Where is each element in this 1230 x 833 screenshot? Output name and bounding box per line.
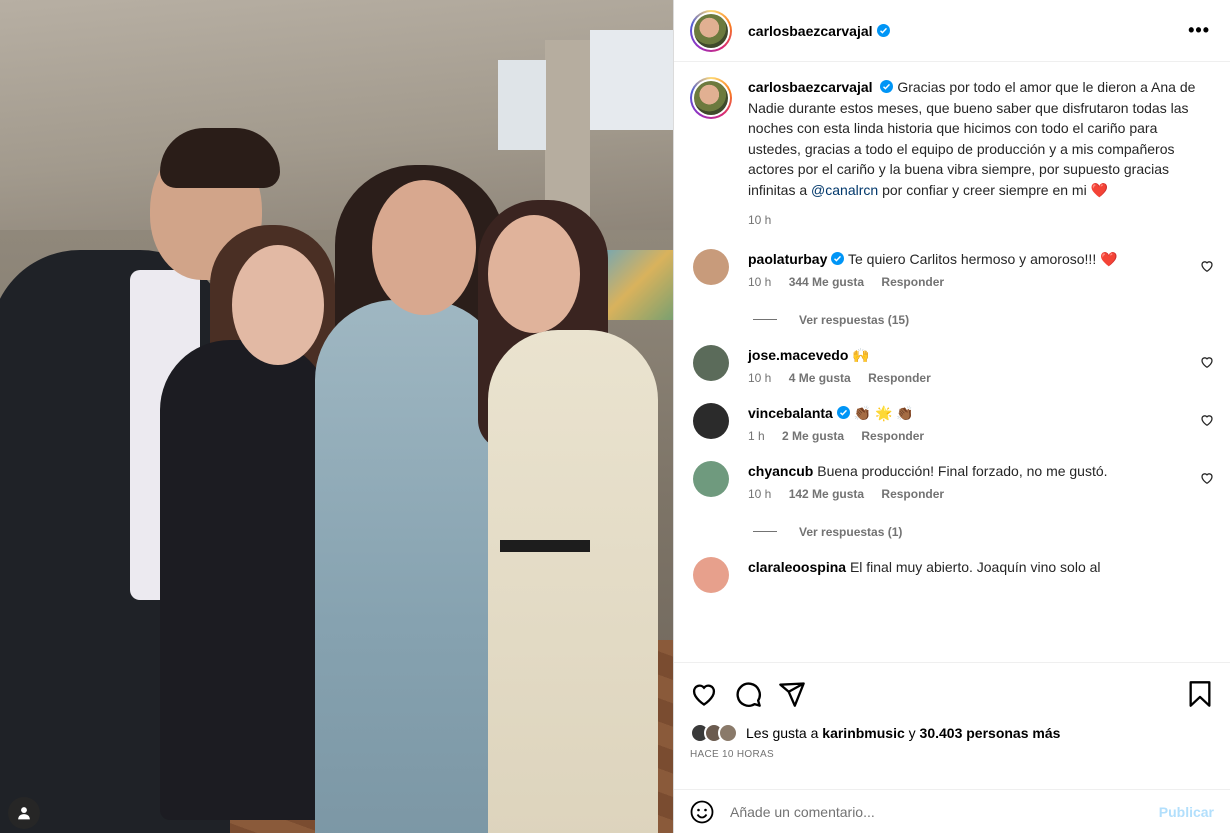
author-avatar[interactable]	[690, 9, 732, 52]
comment-username[interactable]: chyancub	[748, 463, 813, 479]
person-2-body	[160, 340, 330, 820]
comment-avatar[interactable]	[693, 248, 729, 285]
post-actions-area: Les gusta a karinbmusic y 30.403 persona…	[674, 662, 1230, 760]
posted-time[interactable]: HACE 10 HORAS	[690, 749, 1214, 760]
likes-connector: y	[908, 725, 916, 741]
comment-username[interactable]: claraleoospina	[748, 559, 846, 575]
user-tag-icon	[18, 807, 30, 820]
photo-mural	[598, 250, 673, 320]
view-replies-button[interactable]: Ver respuestas (15)	[753, 313, 1214, 327]
comment-item: jose.macevedo 🙌 10 h 4 Me gusta Responde…	[690, 344, 1214, 385]
comment-username[interactable]: paolaturbay	[748, 251, 827, 267]
heart-icon[interactable]	[690, 680, 718, 708]
comment-heart-icon[interactable]	[1200, 413, 1214, 427]
post-side-panel: carlosbaezcarvajal ••• carlosbaezcarvaja…	[673, 0, 1230, 833]
caption-text: Gracias por todo el amor que le dieron a…	[748, 79, 1196, 198]
comment-icon[interactable]	[734, 680, 762, 708]
caption-time[interactable]: 10 h	[748, 210, 1214, 231]
comment-input[interactable]	[730, 803, 1159, 820]
comment-meta: 10 h 142 Me gusta Responder	[748, 487, 1184, 501]
comment-meta: 1 h 2 Me gusta Responder	[748, 429, 1184, 443]
bookmark-icon[interactable]	[1186, 680, 1214, 708]
comments-scroll-area[interactable]: carlosbaezcarvajal Gracias por todo el a…	[674, 63, 1230, 661]
publish-button[interactable]: Publicar	[1159, 804, 1214, 820]
comment-avatar[interactable]	[693, 402, 729, 439]
post-caption: carlosbaezcarvajal Gracias por todo el a…	[690, 77, 1214, 231]
comment-item: paolaturbay Te quiero Carlitos hermoso y…	[690, 248, 1214, 327]
photo-window	[498, 60, 546, 150]
comment-text: El final muy abierto. Joaquín vino solo …	[849, 558, 1101, 575]
comment-text: Buena producción! Final forzado, no me g…	[817, 462, 1108, 479]
verified-icon	[831, 251, 845, 265]
likes-user[interactable]: karinbmusic	[822, 725, 904, 741]
comment-heart-icon[interactable]	[1200, 259, 1214, 273]
caption-username[interactable]: carlosbaezcarvajal	[748, 79, 873, 95]
caption-tail: por confiar y creer siempre en mi	[882, 181, 1087, 198]
person-3-face	[372, 180, 476, 315]
share-icon[interactable]	[778, 680, 806, 708]
user-tag-button[interactable]	[8, 797, 40, 829]
post-photo[interactable]	[0, 0, 673, 833]
person-3-body	[315, 300, 505, 833]
comment-likes[interactable]: 344 Me gusta	[789, 275, 864, 289]
comment-avatar[interactable]	[693, 460, 729, 497]
comment-text: Te quiero Carlitos hermoso y amoroso!!! …	[848, 250, 1118, 267]
verified-icon	[876, 24, 890, 37]
comment-likes[interactable]: 2 Me gusta	[782, 429, 844, 443]
comment-meta: 10 h 4 Me gusta Responder	[748, 371, 1184, 385]
comment-likes[interactable]: 4 Me gusta	[789, 371, 851, 385]
comment-heart-icon[interactable]	[1200, 355, 1214, 369]
comment-heart-icon[interactable]	[1200, 471, 1214, 485]
author-username[interactable]: carlosbaezcarvajal	[748, 23, 873, 39]
verified-icon	[836, 405, 850, 419]
comment-item: vincebalanta 👏🏾 🌟 👏🏾 1 h 2 Me gusta Resp…	[690, 402, 1214, 443]
comment-text: 🙌	[852, 346, 870, 363]
replies-line	[753, 531, 777, 532]
person-4-body	[488, 330, 658, 833]
comment-time[interactable]: 10 h	[748, 275, 771, 289]
action-bar	[690, 663, 1214, 725]
reply-button[interactable]: Responder	[881, 487, 944, 501]
comments-list: paolaturbay Te quiero Carlitos hermoso y…	[690, 248, 1214, 593]
comment-time[interactable]: 1 h	[748, 429, 765, 443]
comment-avatar[interactable]	[693, 556, 729, 593]
add-comment-bar: Publicar	[674, 789, 1230, 833]
view-replies-label: Ver respuestas (1)	[799, 524, 903, 539]
replies-line	[753, 319, 777, 320]
comment-meta: 10 h 344 Me gusta Responder	[748, 275, 1184, 289]
photo-window	[590, 30, 673, 130]
reply-button[interactable]: Responder	[868, 371, 931, 385]
likes-prefix: Les gusta a	[746, 725, 819, 741]
comment-avatar[interactable]	[693, 344, 729, 381]
comment-time[interactable]: 10 h	[748, 371, 771, 385]
likes-others[interactable]: 30.403 personas más	[920, 725, 1061, 741]
comment-item: claraleoospina El final muy abierto. Joa…	[690, 556, 1214, 593]
person-4-face	[488, 215, 580, 333]
caption-avatar[interactable]	[690, 77, 732, 119]
comment-likes[interactable]: 142 Me gusta	[789, 487, 864, 501]
post-header: carlosbaezcarvajal •••	[674, 0, 1230, 62]
likes-summary: Les gusta a karinbmusic y 30.403 persona…	[690, 723, 1214, 743]
caption-mention-link[interactable]: @canalrcn	[811, 182, 878, 198]
person-2-face	[232, 245, 324, 365]
comment-username[interactable]: jose.macevedo	[748, 347, 848, 363]
verified-icon	[880, 80, 894, 93]
view-replies-label: Ver respuestas (15)	[799, 312, 910, 327]
liker-avatars[interactable]	[690, 723, 738, 743]
person-4-belt	[500, 540, 590, 552]
reply-button[interactable]: Responder	[881, 275, 944, 289]
comment-time[interactable]: 10 h	[748, 487, 771, 501]
more-options-button[interactable]: •••	[1184, 16, 1214, 45]
comment-item: chyancub Buena producción! Final forzado…	[690, 460, 1214, 539]
view-replies-button[interactable]: Ver respuestas (1)	[753, 525, 1214, 539]
reply-button[interactable]: Responder	[861, 429, 924, 443]
emoji-icon[interactable]	[690, 800, 714, 824]
caption-emoji: ❤️	[1090, 181, 1109, 198]
person-1-hair	[160, 128, 280, 188]
comment-text: 👏🏾 🌟 👏🏾	[853, 404, 914, 421]
comment-username[interactable]: vincebalanta	[748, 405, 833, 421]
